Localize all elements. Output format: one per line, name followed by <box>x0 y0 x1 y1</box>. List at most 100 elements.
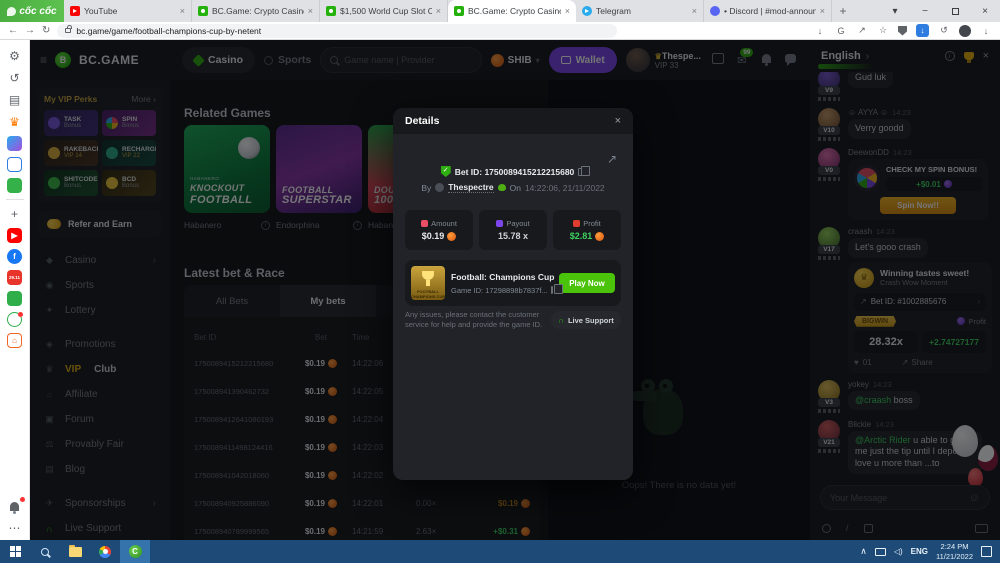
chrome-button[interactable] <box>90 540 120 563</box>
tab-discord[interactable]: • Discord | #mod-announc × <box>704 0 832 22</box>
tab-close-icon[interactable]: × <box>436 6 441 16</box>
downloads-tray-icon[interactable]: ↓ <box>980 26 992 36</box>
coccoc-brand[interactable]: cốc cốc <box>0 0 64 22</box>
tab-close-icon[interactable]: × <box>565 6 570 16</box>
live-support-button[interactable]: ∩ Live Support <box>551 311 621 330</box>
gear-icon[interactable]: ⚙ <box>7 48 23 64</box>
maximize-button[interactable] <box>940 0 970 22</box>
modal-title: Details <box>405 115 440 127</box>
trophy-cup-icon <box>422 271 434 286</box>
forward-icon[interactable]: → <box>25 25 35 36</box>
sync-icon[interactable]: ↺ <box>938 25 950 36</box>
new-tab-button[interactable]: + <box>832 0 854 22</box>
modal-close-icon[interactable]: × <box>615 115 621 127</box>
brand-label: cốc cốc <box>19 5 57 17</box>
share-icon[interactable]: ↗ <box>856 25 868 36</box>
network-icon[interactable] <box>874 547 886 556</box>
copy-icon[interactable] <box>550 284 565 294</box>
stat-profit: Profit $2.81 <box>553 210 621 250</box>
game-thumbnail[interactable]: FOOTBALL CHAMPIONS CUP <box>411 266 445 300</box>
tab-close-icon[interactable]: × <box>692 6 697 16</box>
copy-icon[interactable] <box>578 165 591 176</box>
frog-emoji <box>497 184 506 191</box>
tab-close-icon[interactable]: × <box>180 6 185 16</box>
tab-bcgame-1[interactable]: BC.Game: Crypto Casino Gan× <box>192 0 320 22</box>
tray-expand-icon[interactable]: ∧ <box>860 546 867 557</box>
refresh-icon[interactable]: ↻ <box>42 25 50 36</box>
media-app-icon[interactable] <box>7 157 22 172</box>
bcgame-favicon <box>198 6 208 16</box>
bet-id-value: Bet ID: 1750089415212215680 <box>454 166 575 177</box>
payout-icon <box>496 220 504 227</box>
address-bar[interactable]: bc.game/game/football-champions-cup-by-n… <box>57 23 618 38</box>
coccoc-logo-icon <box>7 6 17 16</box>
url-row: ← → ↻ bc.game/game/football-champions-cu… <box>0 22 1000 40</box>
verified-shield-icon: ✓ <box>440 166 451 177</box>
play-icon: ▶ <box>11 231 18 240</box>
back-icon[interactable]: ← <box>8 25 18 36</box>
tab-search-button[interactable]: ▾ <box>880 0 910 22</box>
translate-icon[interactable]: G <box>835 26 847 36</box>
sale-app-icon[interactable]: 29.11 <box>7 270 22 285</box>
bcgame-favicon <box>454 6 464 16</box>
battery-app-icon[interactable] <box>7 291 22 306</box>
download-active-icon[interactable]: ↓ <box>916 24 929 37</box>
url-text[interactable]: bc.game/game/football-champions-cup-by-n… <box>76 26 261 36</box>
add-app-icon[interactable]: + <box>7 206 23 222</box>
coccoc-button[interactable]: C <box>120 540 150 563</box>
folder-icon <box>68 544 82 557</box>
taskbar-search-button[interactable] <box>30 540 60 563</box>
profile-avatar-icon[interactable] <box>959 24 971 37</box>
bet-id-row: ✓ Bet ID: 1750089415212215680 <box>393 165 633 177</box>
close-window-button[interactable]: × <box>970 0 1000 22</box>
bet-datetime: 14:22:06, 21/11/2022 <box>524 182 605 193</box>
history-icon[interactable]: ↺ <box>7 70 23 86</box>
bell-notification-icon[interactable] <box>7 497 25 514</box>
windows-logo-icon <box>9 546 21 557</box>
gamepad-icon[interactable] <box>7 178 22 193</box>
stat-amount: Amount $0.19 <box>405 210 473 250</box>
bookmark-star-icon[interactable]: ☆ <box>877 25 889 36</box>
tab-telegram[interactable]: Telegram × <box>576 0 704 22</box>
newsfeed-icon[interactable]: ▤ <box>7 92 23 108</box>
shib-coin-icon <box>595 231 605 241</box>
tab-close-icon[interactable]: × <box>820 6 825 16</box>
share-bet-icon[interactable]: ↗ <box>607 152 617 166</box>
file-explorer-button[interactable] <box>60 540 90 563</box>
tab-bcgame-active[interactable]: BC.Game: Crypto Casino Gan× <box>448 0 576 22</box>
game-title: Football: Champions Cup <box>451 271 555 282</box>
game-id: Game ID: 17298898b7837f... <box>451 285 548 295</box>
bet-by-row: By Thespectre On 14:22:06, 21/11/2022 <box>421 182 605 193</box>
tab-close-icon[interactable]: × <box>308 6 313 16</box>
soccer-app-icon[interactable] <box>7 312 23 327</box>
more-options-icon[interactable]: ⋯ <box>7 520 23 536</box>
save-page-icon[interactable]: ↓ <box>814 26 826 36</box>
action-center-icon[interactable] <box>981 546 992 557</box>
support-note-row: Any issues, please contact the customer … <box>405 310 621 330</box>
bet-username[interactable]: Thespectre <box>448 182 494 193</box>
tab-worldcup-slot[interactable]: $1,500 World Cup Slot Chall× <box>320 0 448 22</box>
minimize-button[interactable]: − <box>910 0 940 22</box>
search-icon <box>41 547 49 556</box>
youtube-app-icon[interactable]: ▶ <box>7 228 22 243</box>
volume-icon[interactable]: ◁) <box>894 547 903 556</box>
discord-favicon <box>710 6 720 16</box>
stat-payout: Payout 15.78 x <box>479 210 547 250</box>
language-indicator[interactable]: ENG <box>911 547 928 556</box>
crown-icon[interactable]: ♛ <box>7 114 23 130</box>
taskbar-clock[interactable]: 2:24 PM 11/21/2022 <box>936 542 973 561</box>
facebook-icon[interactable]: f <box>7 249 22 264</box>
play-now-button[interactable]: Play Now <box>559 273 615 293</box>
tab-youtube[interactable]: YouTube × <box>64 0 192 22</box>
start-button[interactable] <box>0 540 30 563</box>
adblock-shield-icon[interactable] <box>898 25 907 36</box>
page-viewport: ≡ B BC.GAME My VIP Perks More › TASKBonu… <box>30 40 1000 540</box>
shib-coin-icon <box>447 231 457 241</box>
support-note: Any issues, please contact the customer … <box>405 310 543 330</box>
cart-app-icon[interactable]: ⌂ <box>7 333 22 348</box>
messenger-icon[interactable] <box>7 136 22 151</box>
youtube-favicon <box>70 6 80 16</box>
headset-icon: ∩ <box>558 315 564 325</box>
modal-header: Details × <box>393 108 633 134</box>
browser-chrome: cốc cốc YouTube× BC.Game: Crypto Casino … <box>0 0 1000 40</box>
